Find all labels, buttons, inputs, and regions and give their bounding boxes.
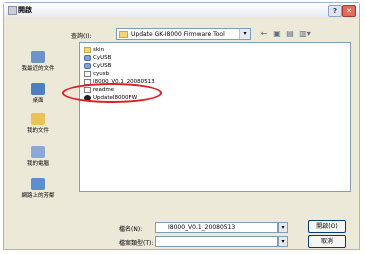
place-label: 桌面 xyxy=(32,98,44,104)
usb-driver-icon xyxy=(84,54,91,61)
close-button[interactable]: ✕ xyxy=(342,5,356,17)
up-folder-button[interactable]: ▣ xyxy=(272,29,282,39)
list-item[interactable]: cyusb xyxy=(84,70,109,78)
usb-driver-icon xyxy=(84,62,91,69)
place-label: 我的電腦 xyxy=(26,161,49,167)
file-icon xyxy=(84,70,91,77)
network-places-icon xyxy=(31,178,45,190)
filename-label: 檔名(N): xyxy=(119,226,143,233)
list-item[interactable]: CyUSB xyxy=(84,62,111,70)
help-button[interactable]: ? xyxy=(328,5,342,17)
chevron-down-icon[interactable]: ▾ xyxy=(239,29,250,39)
title-bar[interactable]: 開啟 ? ✕ xyxy=(4,3,359,17)
chevron-down-icon[interactable]: ▾ xyxy=(278,222,288,233)
folder-icon xyxy=(119,31,128,38)
folder-icon xyxy=(84,46,91,53)
filename-input[interactable]: I8000_V0.1_20080513 xyxy=(155,222,278,233)
place-label: 網路上的芳鄰 xyxy=(21,193,55,199)
desktop-icon xyxy=(31,83,45,95)
recent-documents-icon xyxy=(31,51,45,63)
place-label: 我的文件 xyxy=(26,128,49,134)
list-item[interactable]: CyUSB xyxy=(84,54,111,62)
place-recent-documents[interactable]: 我最近的文件 xyxy=(8,51,68,72)
my-documents-icon xyxy=(31,113,45,125)
look-in-label: 查詢(I): xyxy=(71,33,92,40)
open-button[interactable]: 開啟(O) xyxy=(308,220,346,233)
place-desktop[interactable]: 桌面 xyxy=(8,83,68,104)
chevron-down-icon[interactable]: ▾ xyxy=(278,236,288,247)
new-folder-button[interactable]: ▤ xyxy=(285,29,295,39)
window-icon xyxy=(8,6,17,15)
open-file-dialog: 開啟 ? ✕ 查詢(I): Update GK-I8000 Firmware T… xyxy=(3,2,360,250)
views-menu-button[interactable]: ▥▾ xyxy=(298,29,312,39)
look-in-value: Update GK-I8000 Firmware Tool xyxy=(131,31,225,38)
cancel-button[interactable]: 取消 xyxy=(308,235,346,248)
look-in-dropdown[interactable]: Update GK-I8000 Firmware Tool ▾ xyxy=(116,28,251,40)
window-title: 開啟 xyxy=(18,6,32,14)
place-my-documents[interactable]: 我的文件 xyxy=(8,113,68,134)
place-label: 我最近的文件 xyxy=(21,66,55,72)
places-bar: 我最近的文件 桌面 我的文件 我的電腦 網路上的芳鄰 xyxy=(8,43,68,213)
file-list[interactable]: skin CyUSB CyUSB cyusb I8000_V0.1_200805… xyxy=(79,42,351,192)
place-my-computer[interactable]: 我的電腦 xyxy=(8,146,68,167)
back-button[interactable]: ← xyxy=(259,29,269,39)
my-computer-icon xyxy=(31,146,45,158)
list-item[interactable]: skin xyxy=(84,46,104,54)
filetype-label: 檔案類型(T): xyxy=(119,240,154,247)
highlight-annotation xyxy=(62,83,162,103)
place-network[interactable]: 網路上的芳鄰 xyxy=(8,178,68,199)
filetype-select[interactable] xyxy=(155,236,278,247)
